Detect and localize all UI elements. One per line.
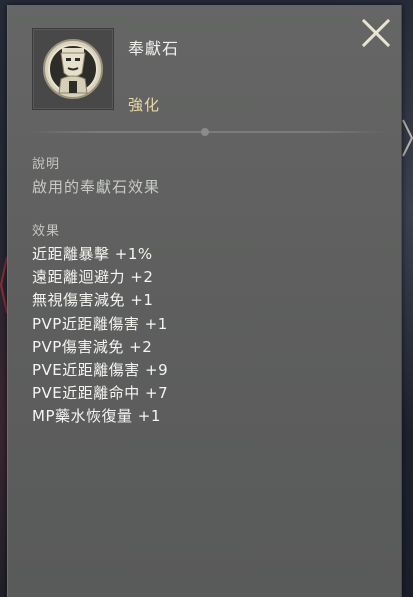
background-ornament-right [402,119,413,157]
effect-item: 遠距離迴避力 +2 [32,268,154,287]
close-button[interactable] [360,17,392,49]
divider-dot [201,128,209,136]
effect-item: PVP傷害減免 +2 [32,337,153,356]
close-icon [361,18,391,48]
masked-helmet-emblem-icon [43,39,103,99]
item-tooltip-panel: 奉獻石 強化 說明 啟用的奉獻石效果 效果 近距離暴擊 +1% 遠距離迴避力 +… [7,5,402,597]
effect-item: PVP近距離傷害 +1 [32,314,168,333]
effect-item: PVE近距離命中 +7 [32,384,169,403]
item-icon-frame [32,28,114,110]
description-text: 啟用的奉獻石效果 [32,178,161,196]
effects-label: 效果 [32,224,61,239]
effect-item: PVE近距離傷害 +9 [32,360,169,379]
effect-item: 近距離暴擊 +1% [32,245,153,263]
item-type: 強化 [128,96,161,114]
description-label: 說明 [32,157,61,172]
effects-list: 近距離暴擊 +1% 遠距離迴避力 +2 無視傷害減免 +1 PVP近距離傷害 +… [32,243,168,429]
effect-item: MP藥水恢復量 +1 [32,407,161,426]
item-name: 奉獻石 [128,39,180,58]
effect-item: 無視傷害減免 +1 [32,291,154,310]
